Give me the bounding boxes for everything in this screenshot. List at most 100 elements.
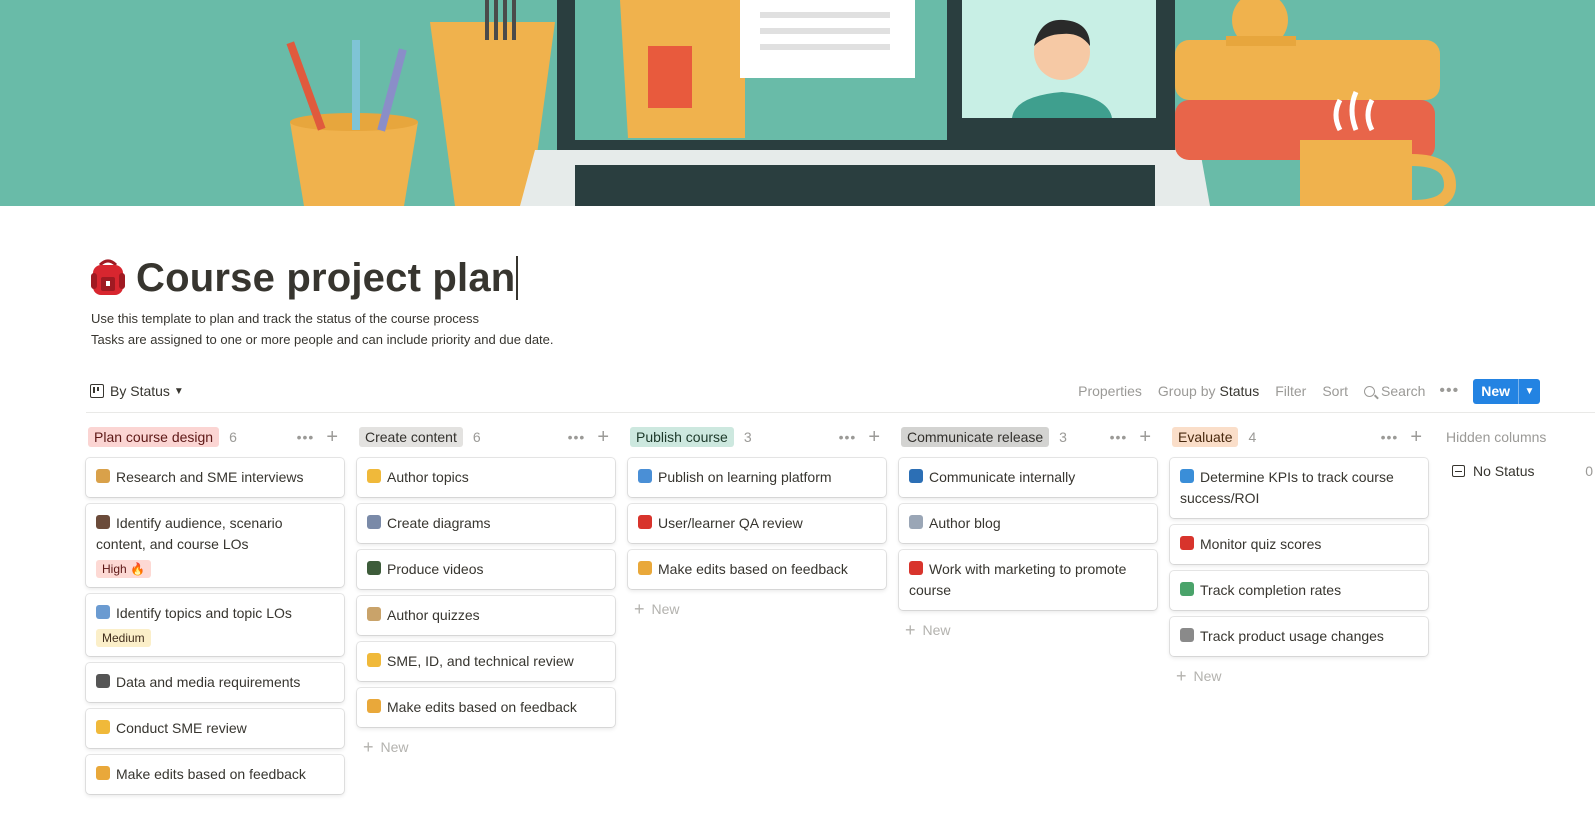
inbox-icon [1452, 465, 1465, 477]
board-card[interactable]: Make edits based on feedback [628, 550, 886, 589]
add-new-label: New [922, 622, 951, 638]
view-tab-by-status[interactable]: By Status ▼ [86, 378, 188, 404]
board-card[interactable]: Track product usage changes [1170, 617, 1428, 656]
card-title: Identify topics and topic LOs [96, 603, 334, 624]
hidden-columns-title: Hidden columns [1446, 429, 1547, 445]
board-card[interactable]: Author blog [899, 504, 1157, 543]
card-title: Author blog [909, 513, 1147, 534]
more-options-icon[interactable]: ••• [1433, 382, 1465, 400]
board-card[interactable]: Determine KPIs to track course success/R… [1170, 458, 1428, 518]
card-title-text: Author blog [929, 515, 1001, 531]
board-card[interactable]: Publish on learning platform [628, 458, 886, 497]
page-description[interactable]: Use this template to plan and track the … [91, 308, 554, 350]
card-title-text: Track product usage changes [1200, 628, 1384, 644]
column-add-icon[interactable]: + [868, 427, 880, 447]
board-card[interactable]: Monitor quiz scores [1170, 525, 1428, 564]
board-card[interactable]: Data and media requirements [86, 663, 344, 702]
board-card[interactable]: SME, ID, and technical review [357, 642, 615, 681]
column-actions: ••• + [297, 427, 344, 447]
column-status-tag[interactable]: Communicate release [901, 427, 1050, 447]
new-button-label[interactable]: New [1473, 379, 1518, 404]
add-new-label: New [1193, 668, 1222, 684]
card-title: Data and media requirements [96, 672, 334, 693]
new-button[interactable]: New ▼ [1473, 378, 1540, 404]
writing-hand-icon [367, 469, 381, 483]
backpack-icon[interactable] [88, 258, 128, 298]
column-add-icon[interactable]: + [1139, 427, 1151, 447]
computer-icon [638, 469, 652, 483]
description-line: Tasks are assigned to one or more people… [91, 332, 554, 347]
card-title-text: Identify audience, scenario content, and… [96, 515, 283, 552]
board-card[interactable]: Author quizzes [357, 596, 615, 635]
page-title[interactable]: Course project plan [136, 256, 515, 301]
board-card[interactable]: Produce videos [357, 550, 615, 589]
add-new-card-button[interactable]: + New [899, 617, 1157, 643]
nerd-face-icon [96, 720, 110, 734]
card-title-text: Author quizzes [387, 607, 480, 623]
properties-button[interactable]: Properties [1070, 378, 1150, 404]
card-title-text: Author topics [387, 469, 469, 485]
column-status-tag[interactable]: Create content [359, 427, 463, 447]
board-card[interactable]: Make edits based on feedback [357, 688, 615, 727]
hidden-column-no-status[interactable]: No Status 0 [1446, 458, 1595, 484]
column-header: Plan course design 6 ••• + [86, 424, 344, 450]
add-new-card-button[interactable]: + New [628, 596, 886, 622]
board-card[interactable]: Identify topics and topic LOs Medium [86, 594, 344, 656]
card-list: Determine KPIs to track course success/R… [1170, 458, 1428, 656]
notebook-icon [367, 699, 381, 713]
column-header: Evaluate 4 ••• + [1170, 424, 1428, 450]
board-card[interactable]: Identify audience, scenario content, and… [86, 504, 344, 587]
notebook-icon [96, 766, 110, 780]
card-title: SME, ID, and technical review [367, 651, 605, 672]
board-column: Create content 6 ••• + Author topics Create d… [357, 424, 615, 760]
board-card[interactable]: Research and SME interviews [86, 458, 344, 497]
column-actions: ••• + [1110, 427, 1157, 447]
column-more-icon[interactable]: ••• [1110, 429, 1128, 445]
column-add-icon[interactable]: + [326, 427, 338, 447]
column-header: Publish course 3 ••• + [628, 424, 886, 450]
hidden-column-label: No Status [1473, 463, 1535, 479]
add-new-card-button[interactable]: + New [1170, 663, 1428, 689]
column-header: Create content 6 ••• + [357, 424, 615, 450]
board-card[interactable]: Track completion rates [1170, 571, 1428, 610]
board-card[interactable]: Work with marketing to promote course [899, 550, 1157, 610]
add-new-card-button[interactable]: + New [357, 734, 615, 760]
chart-up-icon [1180, 536, 1194, 550]
column-status-tag[interactable]: Plan course design [88, 427, 220, 447]
column-more-icon[interactable]: ••• [1381, 429, 1399, 445]
search-button[interactable]: Search [1356, 378, 1433, 404]
card-title: Communicate internally [909, 467, 1147, 488]
card-title: Make edits based on feedback [638, 559, 876, 580]
card-title: Create diagrams [367, 513, 605, 534]
column-count: 6 [229, 429, 237, 445]
board-card[interactable]: Communicate internally [899, 458, 1157, 497]
card-title: Produce videos [367, 559, 605, 580]
person-icon [96, 515, 110, 529]
board-card[interactable]: Make edits based on feedback [86, 755, 344, 794]
sort-button[interactable]: Sort [1314, 378, 1356, 404]
column-add-icon[interactable]: + [597, 427, 609, 447]
chevron-down-icon[interactable]: ▼ [1518, 378, 1540, 404]
column-status-tag[interactable]: Evaluate [1172, 427, 1239, 447]
filter-button[interactable]: Filter [1267, 378, 1314, 404]
card-title-text: Track completion rates [1200, 582, 1342, 598]
column-more-icon[interactable]: ••• [297, 429, 315, 445]
board-card[interactable]: Conduct SME review [86, 709, 344, 748]
card-title-text: Create diagrams [387, 515, 491, 531]
notebook-icon [638, 561, 652, 575]
column-more-icon[interactable]: ••• [839, 429, 857, 445]
hidden-column-count: 0 [1585, 463, 1593, 479]
card-list: Publish on learning platform User/learner… [628, 458, 886, 589]
column-more-icon[interactable]: ••• [568, 429, 586, 445]
board-card[interactable]: Create diagrams [357, 504, 615, 543]
priority-badge: High 🔥 [96, 560, 151, 578]
group-by-button[interactable]: Group by Status [1150, 378, 1267, 404]
picture-icon [1180, 582, 1194, 596]
question-icon [638, 515, 652, 529]
column-add-icon[interactable]: + [1410, 427, 1422, 447]
board-card[interactable]: User/learner QA review [628, 504, 886, 543]
card-title: Research and SME interviews [96, 467, 334, 488]
column-actions: ••• + [839, 427, 886, 447]
board-card[interactable]: Author topics [357, 458, 615, 497]
column-status-tag[interactable]: Publish course [630, 427, 734, 447]
